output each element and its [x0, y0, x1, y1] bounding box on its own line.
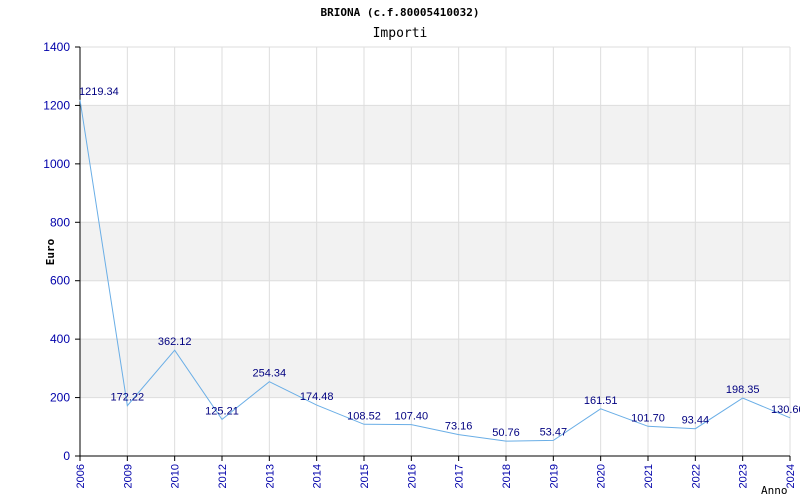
- x-tick-label: 2012: [217, 464, 229, 488]
- x-tick-label: 2021: [643, 464, 655, 488]
- data-label: 53.47: [540, 426, 568, 438]
- x-tick-label: 2023: [738, 464, 750, 488]
- data-label: 130.60: [771, 404, 800, 416]
- line-chart: 0200400600800100012001400 2006 2009 2010 20…: [43, 6, 800, 497]
- x-tick-label: 2020: [596, 464, 608, 488]
- y-tick-label: 800: [50, 215, 70, 229]
- x-tick-label: 2009: [122, 464, 134, 488]
- data-label: 108.52: [347, 410, 381, 422]
- x-tick-label: 2017: [454, 464, 466, 488]
- data-label: 254.34: [253, 368, 287, 380]
- data-label: 1219.34: [79, 86, 119, 98]
- data-label: 362.12: [158, 336, 192, 348]
- data-label: 93.44: [682, 415, 710, 427]
- x-axis-label: Anno: [761, 484, 788, 497]
- x-tick-label: 2010: [170, 464, 182, 488]
- y-tick-label: 1200: [43, 98, 70, 112]
- x-tick-label: 2015: [359, 464, 371, 488]
- y-tick-label: 0: [63, 449, 70, 463]
- data-label: 161.51: [584, 395, 618, 407]
- x-tick-labels: 2006 2009 2010 2012 2013 2014 2015 2016 2017 2018…: [75, 464, 797, 488]
- x-tick-label: 2013: [264, 464, 276, 488]
- y-tick-label: 200: [50, 391, 70, 405]
- x-tick-label: 2016: [406, 464, 418, 488]
- data-label: 107.40: [395, 411, 429, 423]
- plot-bands: [80, 105, 790, 398]
- chart-subtitle: Importi: [373, 26, 428, 41]
- x-tick-label: 2014: [312, 464, 324, 488]
- plot-band: [80, 222, 790, 281]
- chart-title: BRIONA (c.f.80005410032): [321, 6, 480, 19]
- data-label: 198.35: [726, 384, 760, 396]
- x-tick-label: 2019: [548, 464, 560, 488]
- y-tick-label: 400: [50, 332, 70, 346]
- data-label: 101.70: [631, 412, 665, 424]
- x-tick-label: 2018: [501, 464, 513, 488]
- data-label: 50.76: [492, 427, 520, 439]
- plot-band: [80, 105, 790, 164]
- data-label: 172.22: [111, 392, 145, 404]
- y-tick-label: 1000: [43, 157, 70, 171]
- y-tick-label: 600: [50, 274, 70, 288]
- x-tick-label: 2006: [75, 464, 87, 488]
- x-tick-label: 2022: [690, 464, 702, 488]
- data-label: 73.16: [445, 421, 473, 433]
- data-label: 125.21: [205, 405, 239, 417]
- y-tick-label: 1400: [43, 40, 70, 54]
- data-label: 174.48: [300, 391, 334, 403]
- y-axis-label: Euro: [44, 238, 57, 265]
